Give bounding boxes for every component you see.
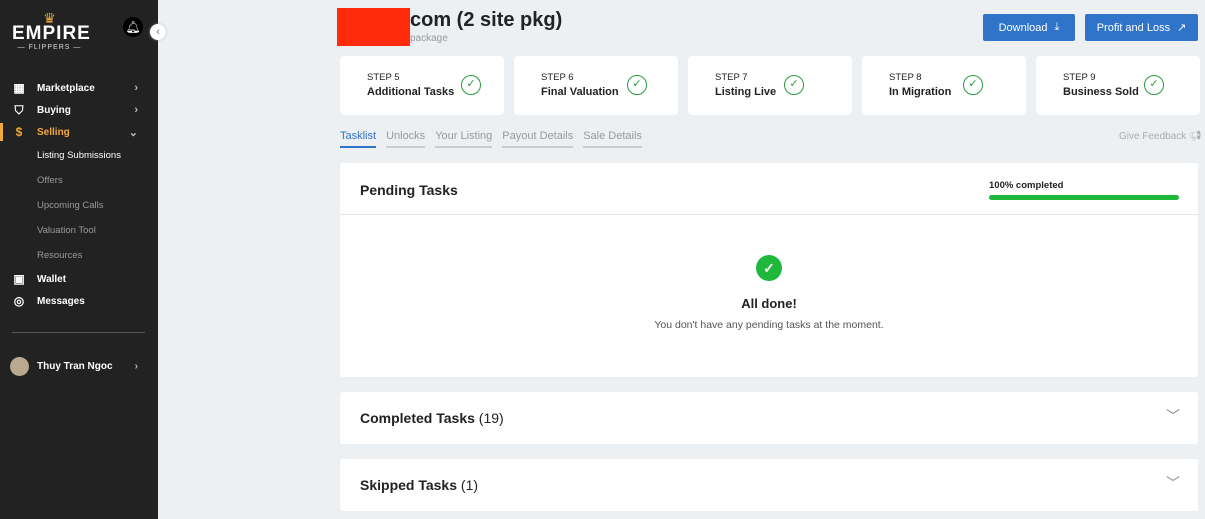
label: Give Feedback <box>1119 131 1187 142</box>
sidebar-item-buying[interactable]: ⛉ Buying › <box>0 99 158 121</box>
tab-tasklist[interactable]: Tasklist <box>340 130 377 148</box>
step-label: Business Sold <box>1063 86 1139 98</box>
label: Messages <box>37 295 85 307</box>
megaphone-icon: 📢︎ <box>1189 131 1202 142</box>
title: Completed Tasks <box>360 410 475 426</box>
sidebar-item-selling[interactable]: $ Selling ⌄ <box>0 121 158 143</box>
chevron-down-icon[interactable]: ﹀ <box>1166 473 1180 493</box>
step-card: STEP 5 Additional Tasks ✓ <box>340 56 504 115</box>
tabs: Tasklist Unlocks Your Listing Payout Det… <box>340 130 642 148</box>
sidebar: ♛ EMPIRE — FLIPPERS — 🔔︎ ▦ Marketplace › ⛉… <box>0 0 158 519</box>
profit-and-loss-button[interactable]: Profit and Loss ↗ <box>1085 14 1198 41</box>
collapse-sidebar-button[interactable]: ‹ <box>150 24 166 40</box>
completed-tasks-card[interactable]: Completed Tasks (19) ﹀ <box>340 392 1198 444</box>
all-done-title: All done! <box>741 296 797 311</box>
label: Marketplace <box>37 82 95 94</box>
step-number: STEP 6 <box>541 72 574 83</box>
sidebar-sub-upcoming-calls[interactable]: Upcoming Calls <box>0 193 158 218</box>
redacted-block <box>337 8 410 46</box>
sidebar-sub-offers[interactable]: Offers <box>0 168 158 193</box>
wallet-icon: ▣ <box>13 272 25 286</box>
grid-icon: ▦ <box>13 81 25 95</box>
step-card: STEP 7 Listing Live ✓ <box>688 56 852 115</box>
count: (1) <box>460 477 479 493</box>
label: Download <box>998 21 1048 34</box>
download-button[interactable]: Download ⤓ <box>983 14 1075 41</box>
divider <box>12 332 145 333</box>
label: Profit and Loss <box>1096 21 1171 34</box>
sidebar-sub-valuation-tool[interactable]: Valuation Tool <box>0 218 158 243</box>
chevron-down-icon: ⌄ <box>128 126 138 139</box>
progress-label: 100% completed <box>989 180 1064 191</box>
empire-flippers-logo[interactable]: ♛ EMPIRE — FLIPPERS — <box>12 11 91 51</box>
bag-icon: ⛉ <box>14 102 24 117</box>
label: Wallet <box>37 273 67 285</box>
step-label: In Migration <box>889 86 952 98</box>
sidebar-item-messages[interactable]: ◎ Messages <box>0 290 158 312</box>
chevron-right-icon: › <box>134 104 138 116</box>
divider <box>340 214 1198 215</box>
check-circle-icon: ✓ <box>461 75 481 95</box>
steps-progress: STEP 5 Additional Tasks ✓ STEP 6 Final Valu… <box>340 56 1200 115</box>
page-title: com (2 site pkg) <box>410 9 563 31</box>
chat-icon: ◎ <box>13 294 25 308</box>
card-title: Completed Tasks (19) <box>360 410 504 426</box>
progress-bar <box>989 195 1179 200</box>
avatar <box>10 357 29 376</box>
tab-unlocks[interactable]: Unlocks <box>386 130 426 148</box>
step-card: STEP 6 Final Valuation ✓ <box>514 56 678 115</box>
external-link-icon: ↗ <box>1177 22 1187 34</box>
step-number: STEP 9 <box>1063 72 1096 83</box>
sidebar-sub-resources[interactable]: Resources <box>0 243 158 268</box>
step-number: STEP 5 <box>367 72 400 83</box>
tab-payout-details[interactable]: Payout Details <box>502 130 574 148</box>
step-card: STEP 8 In Migration ✓ <box>862 56 1026 115</box>
label: Buying <box>37 104 71 116</box>
skipped-tasks-card[interactable]: Skipped Tasks (1) ﹀ <box>340 459 1198 511</box>
progress-fill <box>989 195 1179 200</box>
chevron-down-icon[interactable]: ﹀ <box>1166 406 1180 426</box>
title: Skipped Tasks <box>360 477 458 493</box>
dollar-icon: $ <box>15 125 23 139</box>
give-feedback-link[interactable]: Give Feedback 📢︎ <box>1119 131 1202 142</box>
step-number: STEP 8 <box>889 72 922 83</box>
check-circle-icon: ✓ <box>756 255 782 281</box>
step-label: Additional Tasks <box>367 86 455 98</box>
step-label: Final Valuation <box>541 86 619 98</box>
bell-icon[interactable]: 🔔︎ <box>123 17 143 37</box>
step-card: STEP 9 Business Sold ✓ <box>1036 56 1200 115</box>
sidebar-item-wallet[interactable]: ▣ Wallet <box>0 268 158 290</box>
card-title: Pending Tasks <box>360 182 458 198</box>
tab-sale-details[interactable]: Sale Details <box>583 130 642 148</box>
user-name: Thuy Tran Ngoc <box>37 361 113 372</box>
tab-your-listing[interactable]: Your Listing <box>435 130 493 148</box>
card-title: Skipped Tasks (1) <box>360 477 478 493</box>
chevron-right-icon: › <box>134 361 138 372</box>
check-circle-icon: ✓ <box>784 75 804 95</box>
check-circle-icon: ✓ <box>627 75 647 95</box>
page-subtitle: package <box>410 33 448 44</box>
chevron-right-icon: › <box>134 82 138 94</box>
check-circle-icon: ✓ <box>1144 75 1164 95</box>
logo-text: EMPIRE <box>12 23 91 44</box>
download-icon: ⤓ <box>1054 21 1060 33</box>
sidebar-sub-listing-submissions[interactable]: Listing Submissions <box>0 143 158 168</box>
logo-subtext: — FLIPPERS — <box>17 44 82 51</box>
user-menu[interactable]: Thuy Tran Ngoc › <box>10 357 158 376</box>
label: Selling <box>37 126 70 138</box>
count: (19) <box>478 410 504 426</box>
sidebar-item-marketplace[interactable]: ▦ Marketplace › <box>0 77 158 99</box>
check-circle-icon: ✓ <box>963 75 983 95</box>
all-done-text: You don't have any pending tasks at the … <box>654 319 884 331</box>
pending-tasks-card: Pending Tasks 100% completed ✓ All done!… <box>340 163 1198 377</box>
